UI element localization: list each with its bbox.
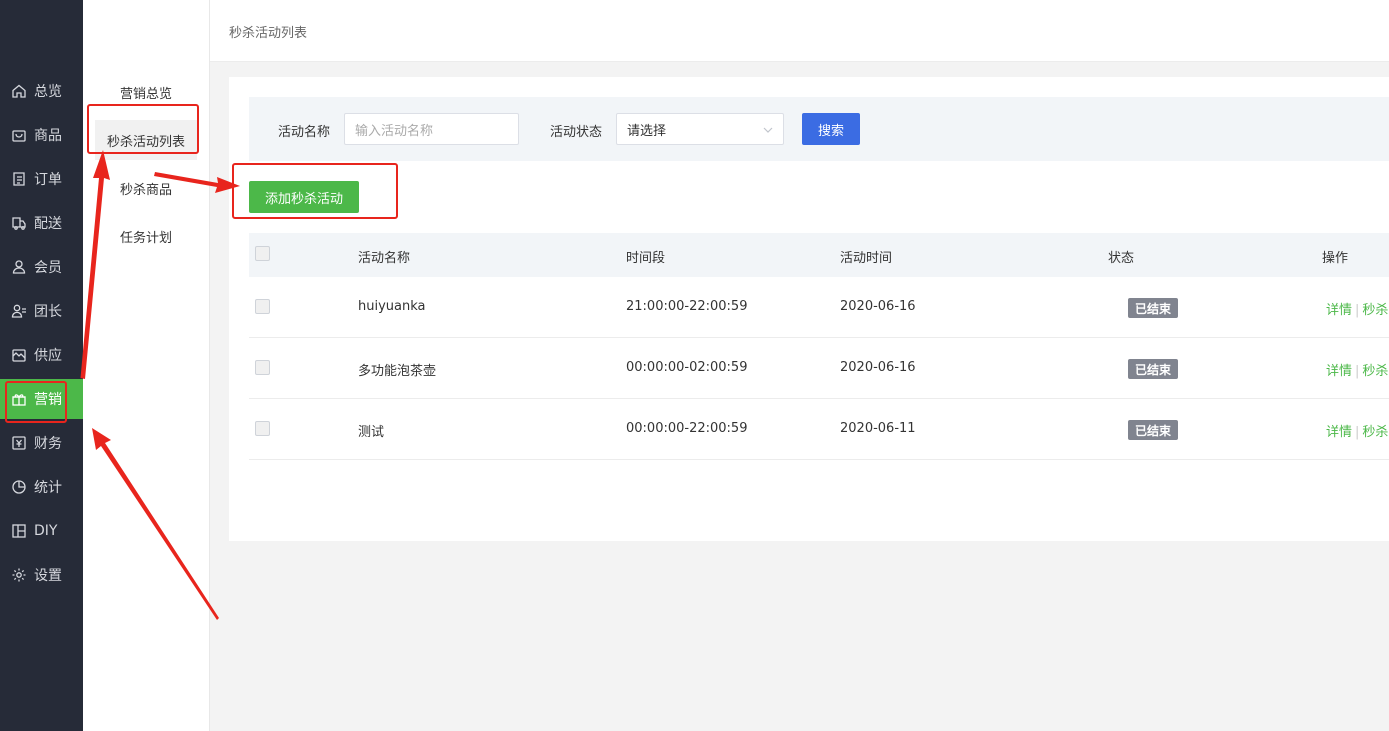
gear-icon	[12, 568, 26, 582]
action-separator: |	[1355, 303, 1360, 318]
nav-item-delivery[interactable]: 配送	[0, 203, 83, 243]
column-header-period: 时间段	[626, 251, 666, 266]
nav-item-marketing[interactable]: 营销	[0, 379, 83, 423]
chevron-down-icon	[763, 127, 773, 133]
submenu-highlight-box	[87, 104, 199, 154]
row-actions: 详情 | 秒杀	[1326, 421, 1388, 440]
nav-item-label: 供应	[34, 348, 62, 364]
column-header-name: 活动名称	[358, 251, 411, 266]
row-actions: 详情 | 秒杀	[1326, 299, 1388, 318]
nav-item-label: 设置	[34, 568, 62, 584]
status-select-value: 请选择	[627, 123, 667, 139]
nav-item-overview[interactable]: 总览	[0, 71, 83, 111]
table-row: 测试 00:00:00-22:00:59 2020-06-11 已结束 详情 | 秒…	[249, 399, 1389, 460]
action-separator: |	[1355, 425, 1360, 440]
search-button[interactable]: 搜索	[802, 113, 860, 145]
seckill-link[interactable]: 秒杀	[1362, 364, 1388, 379]
nav-item-stats[interactable]: 统计	[0, 467, 83, 507]
table-row: 多功能泡茶壶 00:00:00-02:00:59 2020-06-16 已结束 …	[249, 338, 1389, 399]
search-bar: 活动名称 输入活动名称 活动状态 请选择 搜索	[249, 97, 1389, 161]
bag-icon	[12, 130, 26, 142]
nav-item-goods[interactable]: 商品	[0, 115, 83, 155]
nav-item-settings[interactable]: 设置	[0, 555, 83, 595]
seckill-link[interactable]: 秒杀	[1362, 425, 1388, 440]
marketing-submenu: 营销总览 秒杀活动列表 秒杀商品 任务计划	[83, 0, 210, 731]
activity-status-select[interactable]: 请选择	[616, 113, 784, 145]
order-icon	[13, 172, 25, 186]
detail-link[interactable]: 详情	[1326, 364, 1352, 379]
detail-link[interactable]: 详情	[1326, 425, 1352, 440]
row-checkbox[interactable]	[255, 421, 270, 436]
row-actions: 详情 | 秒杀	[1326, 360, 1388, 379]
nav-item-label: DIY	[34, 523, 58, 539]
activity-period: 21:00:00-22:00:59	[626, 299, 748, 314]
layout-icon	[12, 524, 26, 538]
activity-date: 2020-06-16	[840, 360, 916, 375]
activity-name: huiyuanka	[358, 299, 426, 314]
nav-item-label: 商品	[34, 128, 62, 144]
status-badge: 已结束	[1128, 298, 1178, 318]
home-icon	[12, 84, 26, 98]
column-header-status: 状态	[1108, 251, 1135, 266]
nav-item-members[interactable]: 会员	[0, 247, 83, 287]
leader-icon	[11, 304, 26, 318]
column-header-actions: 操作	[1322, 251, 1349, 266]
delivery-icon	[12, 217, 26, 230]
submenu-item-task-plan[interactable]: 任务计划	[83, 216, 209, 256]
table-header: 活动名称 时间段 活动时间 状态 操作	[249, 233, 1389, 277]
column-header-date: 活动时间	[840, 251, 893, 266]
status-badge: 已结束	[1128, 420, 1178, 440]
nav-item-orders[interactable]: 订单	[0, 159, 83, 199]
action-separator: |	[1355, 364, 1360, 379]
activity-name: 测试	[358, 425, 385, 440]
seckill-link[interactable]: 秒杀	[1362, 303, 1388, 318]
activity-name-input[interactable]: 输入活动名称	[344, 113, 519, 145]
nav-item-label: 配送	[34, 216, 62, 232]
add-seckill-button[interactable]: 添加秒杀活动	[249, 181, 359, 213]
activity-name-label: 活动名称	[278, 125, 331, 140]
user-icon	[12, 260, 26, 274]
header-bar: 秒杀活动列表	[210, 0, 1389, 62]
nav-item-diy[interactable]: DIY	[0, 511, 83, 551]
nav-item-label: 统计	[34, 480, 62, 496]
content-card: 活动名称 输入活动名称 活动状态 请选择 搜索 添加秒杀活动 活动名称 时间段 …	[229, 77, 1389, 541]
nav-item-leaders[interactable]: 团长	[0, 291, 83, 331]
nav-item-label: 订单	[34, 172, 62, 188]
nav-item-finance[interactable]: 财务	[0, 423, 83, 463]
breadcrumb: 秒杀活动列表	[229, 26, 308, 41]
activity-date: 2020-06-11	[840, 421, 916, 436]
detail-link[interactable]: 详情	[1326, 303, 1352, 318]
nav-item-supply[interactable]: 供应	[0, 335, 83, 375]
activity-name: 多功能泡茶壶	[358, 364, 437, 379]
pie-icon	[12, 480, 26, 494]
row-checkbox[interactable]	[255, 360, 270, 375]
supply-icon	[12, 349, 26, 362]
nav-item-label: 会员	[34, 260, 62, 276]
select-all-checkbox[interactable]	[255, 246, 270, 261]
nav-item-label: 总览	[34, 84, 62, 100]
submenu-item-seckill-goods[interactable]: 秒杀商品	[83, 168, 209, 208]
activity-status-label: 活动状态	[550, 125, 603, 140]
nav-item-label: 团长	[34, 304, 62, 320]
table-row: huiyuanka 21:00:00-22:00:59 2020-06-16 已…	[249, 277, 1389, 338]
main-nav: 总览 商品 订单 配送 会员 团长 供应 营销 财务 统计 DIY 设置	[0, 0, 83, 731]
activity-period: 00:00:00-02:00:59	[626, 360, 748, 375]
activity-period: 00:00:00-22:00:59	[626, 421, 748, 436]
status-badge: 已结束	[1128, 359, 1178, 379]
row-checkbox[interactable]	[255, 299, 270, 314]
finance-icon	[12, 436, 26, 450]
nav-item-label: 财务	[34, 436, 62, 452]
marketing-highlight-box	[5, 381, 67, 423]
activity-date: 2020-06-16	[840, 299, 916, 314]
